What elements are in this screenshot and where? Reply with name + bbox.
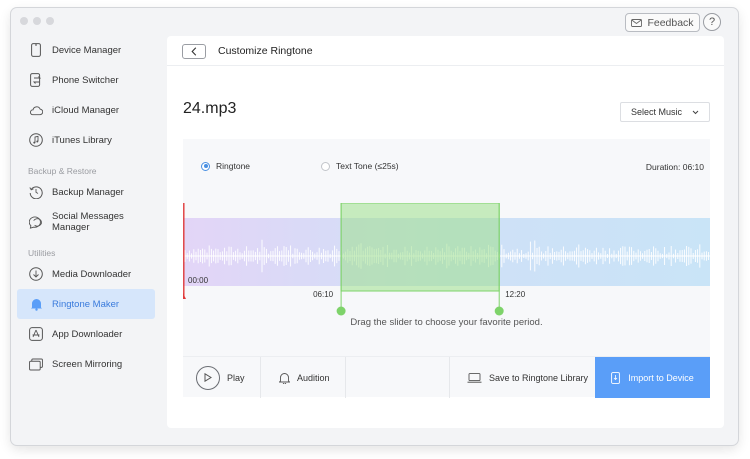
action-bar: Play Audition Save to Ringtone Library I…	[183, 356, 710, 398]
import-to-device-button[interactable]: Import to Device	[595, 357, 710, 398]
radio-text-tone[interactable]: Text Tone (≤25s)	[321, 161, 399, 171]
sidebar-item-phone-switcher[interactable]: Phone Switcher	[17, 65, 155, 95]
audition-button[interactable]: Audition	[279, 357, 330, 398]
page-title: Customize Ringtone	[218, 45, 313, 57]
sidebar-item-media-downloader[interactable]: Media Downloader	[17, 259, 155, 289]
sidebar-item-label: Backup Manager	[52, 186, 124, 198]
sidebar-item-label: Ringtone Maker	[52, 298, 120, 310]
topbar: Customize Ringtone	[167, 36, 724, 66]
play-icon	[196, 365, 220, 390]
file-name: 24.mp3	[183, 100, 237, 117]
device-import-icon	[611, 371, 621, 384]
play-label: Play	[227, 372, 245, 383]
sidebar-item-app-downloader[interactable]: App Downloader	[17, 319, 155, 349]
selection-end-time: 12:20	[505, 290, 526, 299]
drag-hint: Drag the slider to choose your favorite …	[350, 317, 543, 328]
sidebar-item-itunes-library[interactable]: iTunes Library	[17, 125, 155, 155]
sidebar-item-ringtone-maker[interactable]: Ringtone Maker	[17, 289, 155, 319]
sidebar-item-label: App Downloader	[52, 328, 123, 340]
sidebar-item-label: Phone Switcher	[52, 74, 119, 86]
radio-ringtone[interactable]: Ringtone	[201, 161, 250, 171]
waveform-track[interactable]: 00:00 06:10 12:20	[183, 203, 710, 316]
selection-start-handle[interactable]	[336, 306, 346, 316]
import-label: Import to Device	[628, 372, 694, 383]
app-store-icon	[29, 327, 43, 341]
sidebar-item-label: iCloud Manager	[52, 104, 120, 116]
minimize-dot[interactable]	[33, 17, 41, 25]
sidebar-item-label: iTunes Library	[52, 134, 112, 146]
mirror-icon	[29, 357, 43, 371]
chevron-left-icon	[191, 47, 197, 56]
help-button[interactable]: ?	[703, 13, 721, 31]
divider	[449, 357, 450, 398]
sidebar: Device Manager Phone Switcher iCloud Man…	[11, 36, 163, 445]
music-icon	[29, 133, 43, 147]
sidebar-item-label: Device Manager	[52, 44, 122, 56]
radio-ringtone-button[interactable]	[201, 161, 210, 171]
section-utilities: Utilities	[28, 248, 56, 258]
play-button[interactable]: Play	[196, 357, 245, 398]
radio-text-tone-button[interactable]	[321, 161, 330, 171]
history-icon	[29, 185, 43, 199]
audition-label: Audition	[297, 372, 330, 383]
selection-region[interactable]	[340, 203, 500, 292]
bell-outline-icon	[279, 372, 290, 384]
cloud-icon	[29, 103, 43, 117]
save-label: Save to Ringtone Library	[489, 372, 589, 383]
chevron-down-icon	[692, 110, 699, 114]
sidebar-item-backup-manager[interactable]: Backup Manager	[17, 177, 155, 207]
chat-icon	[29, 215, 43, 229]
selection-start-time: 06:10	[313, 290, 334, 299]
app-window: Feedback ? Device Manager Phone Switcher…	[11, 8, 738, 445]
sidebar-item-label: Screen Mirroring	[52, 358, 123, 370]
sidebar-item-device-manager[interactable]: Device Manager	[17, 35, 155, 65]
radio-text-tone-label: Text Tone (≤25s)	[336, 161, 399, 171]
selection-end-handle[interactable]	[494, 306, 504, 316]
sidebar-item-icloud-manager[interactable]: iCloud Manager	[17, 95, 155, 125]
ringtone-editor: Ringtone Text Tone (≤25s) Duration: 06:1…	[183, 139, 710, 359]
laptop-icon	[467, 372, 482, 383]
download-icon	[29, 267, 43, 281]
sidebar-item-social-messages-manager[interactable]: Social Messages Manager	[17, 207, 155, 237]
sidebar-item-screen-mirroring[interactable]: Screen Mirroring	[17, 349, 155, 379]
bell-icon	[29, 297, 43, 311]
select-music-label: Select Music	[631, 107, 683, 117]
zoom-dot[interactable]	[46, 17, 54, 25]
divider	[260, 357, 261, 398]
section-backup-restore: Backup & Restore	[28, 166, 97, 176]
time-start-label: 00:00	[188, 276, 209, 285]
divider	[345, 357, 346, 398]
window-controls	[20, 17, 54, 25]
main-panel: Customize Ringtone 24.mp3 Select Music R…	[167, 36, 724, 428]
sidebar-item-label: Media Downloader	[52, 268, 132, 280]
close-dot[interactable]	[20, 17, 28, 25]
switch-icon	[29, 73, 43, 87]
feedback-label: Feedback	[647, 16, 694, 29]
phone-icon	[29, 43, 43, 57]
sidebar-item-label: Social Messages Manager	[52, 211, 124, 233]
duration-label: Duration: 06:10	[645, 162, 704, 172]
select-music-dropdown[interactable]: Select Music	[620, 102, 710, 122]
mail-icon	[631, 18, 643, 27]
radio-ringtone-label: Ringtone	[216, 161, 251, 171]
help-label: ?	[708, 16, 716, 28]
save-to-library-button[interactable]: Save to Ringtone Library	[467, 357, 588, 398]
feedback-button[interactable]: Feedback	[625, 13, 700, 32]
back-button[interactable]	[182, 44, 206, 59]
